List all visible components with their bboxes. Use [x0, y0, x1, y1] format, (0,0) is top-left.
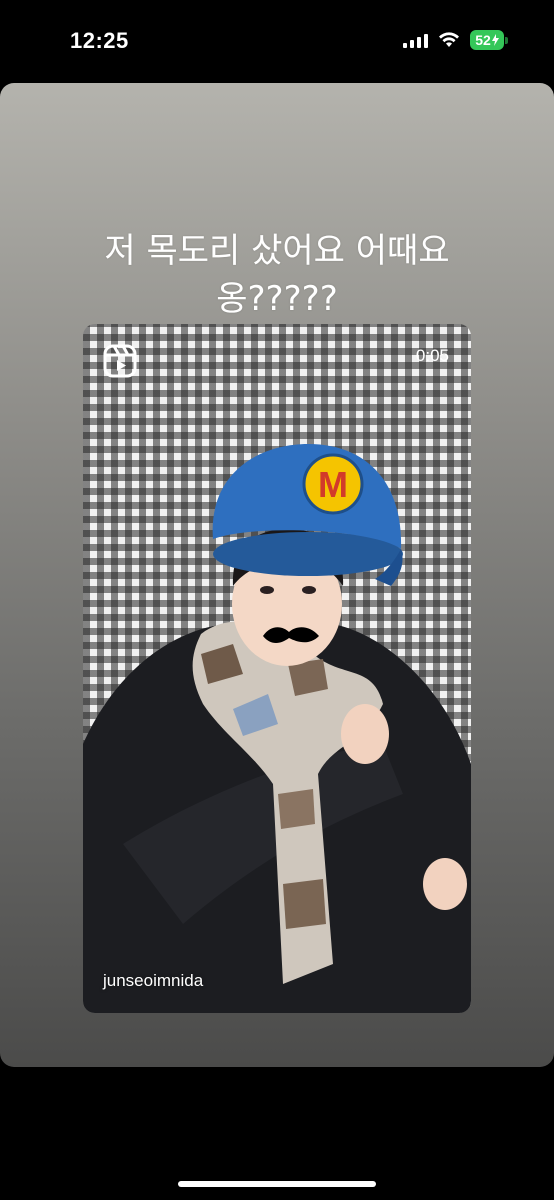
wifi-icon	[439, 32, 459, 47]
battery-level: 52	[470, 30, 504, 50]
story-caption: 저 목도리 샀어요 어때요 옹?????	[0, 227, 554, 323]
status-icons: 52	[403, 30, 508, 50]
battery-charging-icon: 52	[470, 30, 508, 50]
cellular-signal-icon	[403, 32, 428, 48]
status-time: 12:25	[70, 28, 129, 53]
charging-bolt-icon	[491, 34, 499, 46]
story-frame[interactable]: 저 목도리 샀어요 어때요 옹????? M 0:05 junseoimnida	[0, 83, 554, 1067]
status-bar: 12:25 52	[0, 0, 554, 82]
reel-username[interactable]: junseoimnida	[103, 971, 203, 991]
battery-cap	[505, 36, 508, 44]
shared-reel-card[interactable]: M 0:05 junseoimnida	[83, 324, 471, 1013]
hand	[341, 704, 389, 764]
reel-video-frame: M	[83, 444, 471, 1013]
caption-line-2: 옹?????	[216, 279, 338, 319]
home-indicator[interactable]	[178, 1181, 376, 1187]
battery-percentage: 52	[475, 32, 491, 48]
blue-cap-sticker: M	[212, 444, 403, 586]
reel-duration: 0:05	[415, 346, 449, 365]
cap-emblem-letter: M	[318, 464, 348, 505]
caption-line-1: 저 목도리 샀어요 어때요	[104, 231, 450, 271]
reels-icon	[103, 344, 137, 378]
